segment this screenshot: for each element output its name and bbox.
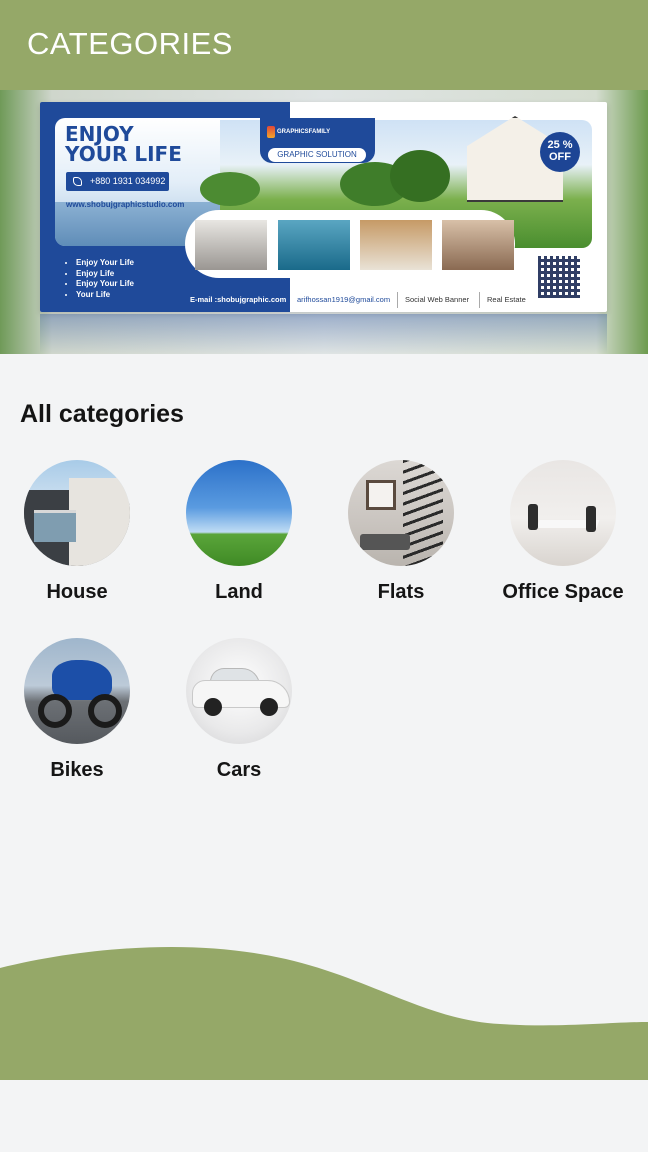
bullet-item: Enjoy Life	[76, 269, 134, 280]
banner-logo: GRAPHICSFAMILY GRAPHIC SOLUTION	[260, 118, 375, 163]
category-label: Cars	[216, 759, 262, 781]
banner-tree	[200, 172, 260, 206]
category-label: House	[46, 581, 108, 603]
brand-tagline: GRAPHIC SOLUTION	[268, 148, 366, 162]
category-flats[interactable]: Flats	[326, 460, 476, 610]
banner-thumb-stairs	[442, 220, 514, 270]
banner-headline: ENJOY YOUR LIFE	[65, 124, 182, 164]
banner-email: E-mail :shobujgraphic.com	[190, 295, 287, 304]
land-photo	[186, 460, 292, 566]
car-photo	[186, 638, 292, 744]
bullet-item: Enjoy Your Life	[76, 279, 134, 290]
banner-thumb-room	[360, 220, 432, 270]
banner-phone: +880 1931 034992	[66, 172, 169, 191]
phone-number: +880 1931 034992	[90, 176, 166, 186]
category-land[interactable]: Land	[164, 460, 314, 610]
bullet-item: Your Life	[76, 290, 134, 301]
banner-tag: Real Estate	[487, 295, 526, 304]
app-bar: CATEGORIES	[0, 0, 648, 90]
footer-wave	[0, 946, 648, 1080]
office-photo	[510, 460, 616, 566]
banner-website: www.shobujgraphicstudio.com	[66, 200, 185, 209]
brand-name: GRAPHICSFAMILY	[277, 129, 331, 135]
category-label: Land	[215, 581, 263, 603]
bike-photo	[24, 638, 130, 744]
phone-icon	[73, 177, 82, 186]
flats-photo	[348, 460, 454, 566]
category-bikes[interactable]: Bikes	[2, 638, 152, 788]
category-cars[interactable]: Cars	[164, 638, 314, 788]
headline-line2: YOUR LIFE	[65, 142, 182, 166]
footer-band	[0, 1080, 648, 1152]
banner-thumb-bedroom	[195, 220, 267, 270]
category-label: Flats	[377, 581, 425, 603]
banner-email2: arifhossan1919@gmail.com	[297, 295, 391, 304]
category-house[interactable]: House	[2, 460, 152, 610]
divider	[397, 292, 398, 308]
bullet-item: Enjoy Your Life	[76, 258, 134, 269]
hero-banner[interactable]: 25 % OFF GRAPHICSFAMILY GRAPHIC SOLUTION…	[0, 90, 648, 354]
category-label: Bikes	[50, 759, 104, 781]
qr-code-icon	[538, 256, 580, 298]
banner-tree	[390, 150, 450, 202]
promo-banner-image: 25 % OFF GRAPHICSFAMILY GRAPHIC SOLUTION…	[40, 102, 607, 312]
house-photo	[24, 460, 130, 566]
banner-tag: Social Web Banner	[405, 295, 470, 304]
banner-footer: E-mail :shobujgraphic.com arifhossan1919…	[185, 288, 535, 312]
page-title: CATEGORIES	[27, 26, 233, 61]
category-label: Office Space	[502, 581, 624, 603]
section-title: All categories	[20, 400, 184, 428]
discount-badge: 25 % OFF	[540, 132, 580, 172]
banner-thumb-pool	[278, 220, 350, 270]
badge-percent: 25 %	[547, 139, 573, 151]
category-office-space[interactable]: Office Space	[488, 460, 638, 610]
badge-off: OFF	[549, 151, 571, 163]
divider	[479, 292, 480, 308]
brand-logo-icon	[267, 126, 275, 138]
headline-line1: ENJOY	[65, 122, 134, 146]
banner-reflection	[40, 314, 607, 354]
banner-bullets: Enjoy Your Life Enjoy Life Enjoy Your Li…	[68, 258, 134, 300]
